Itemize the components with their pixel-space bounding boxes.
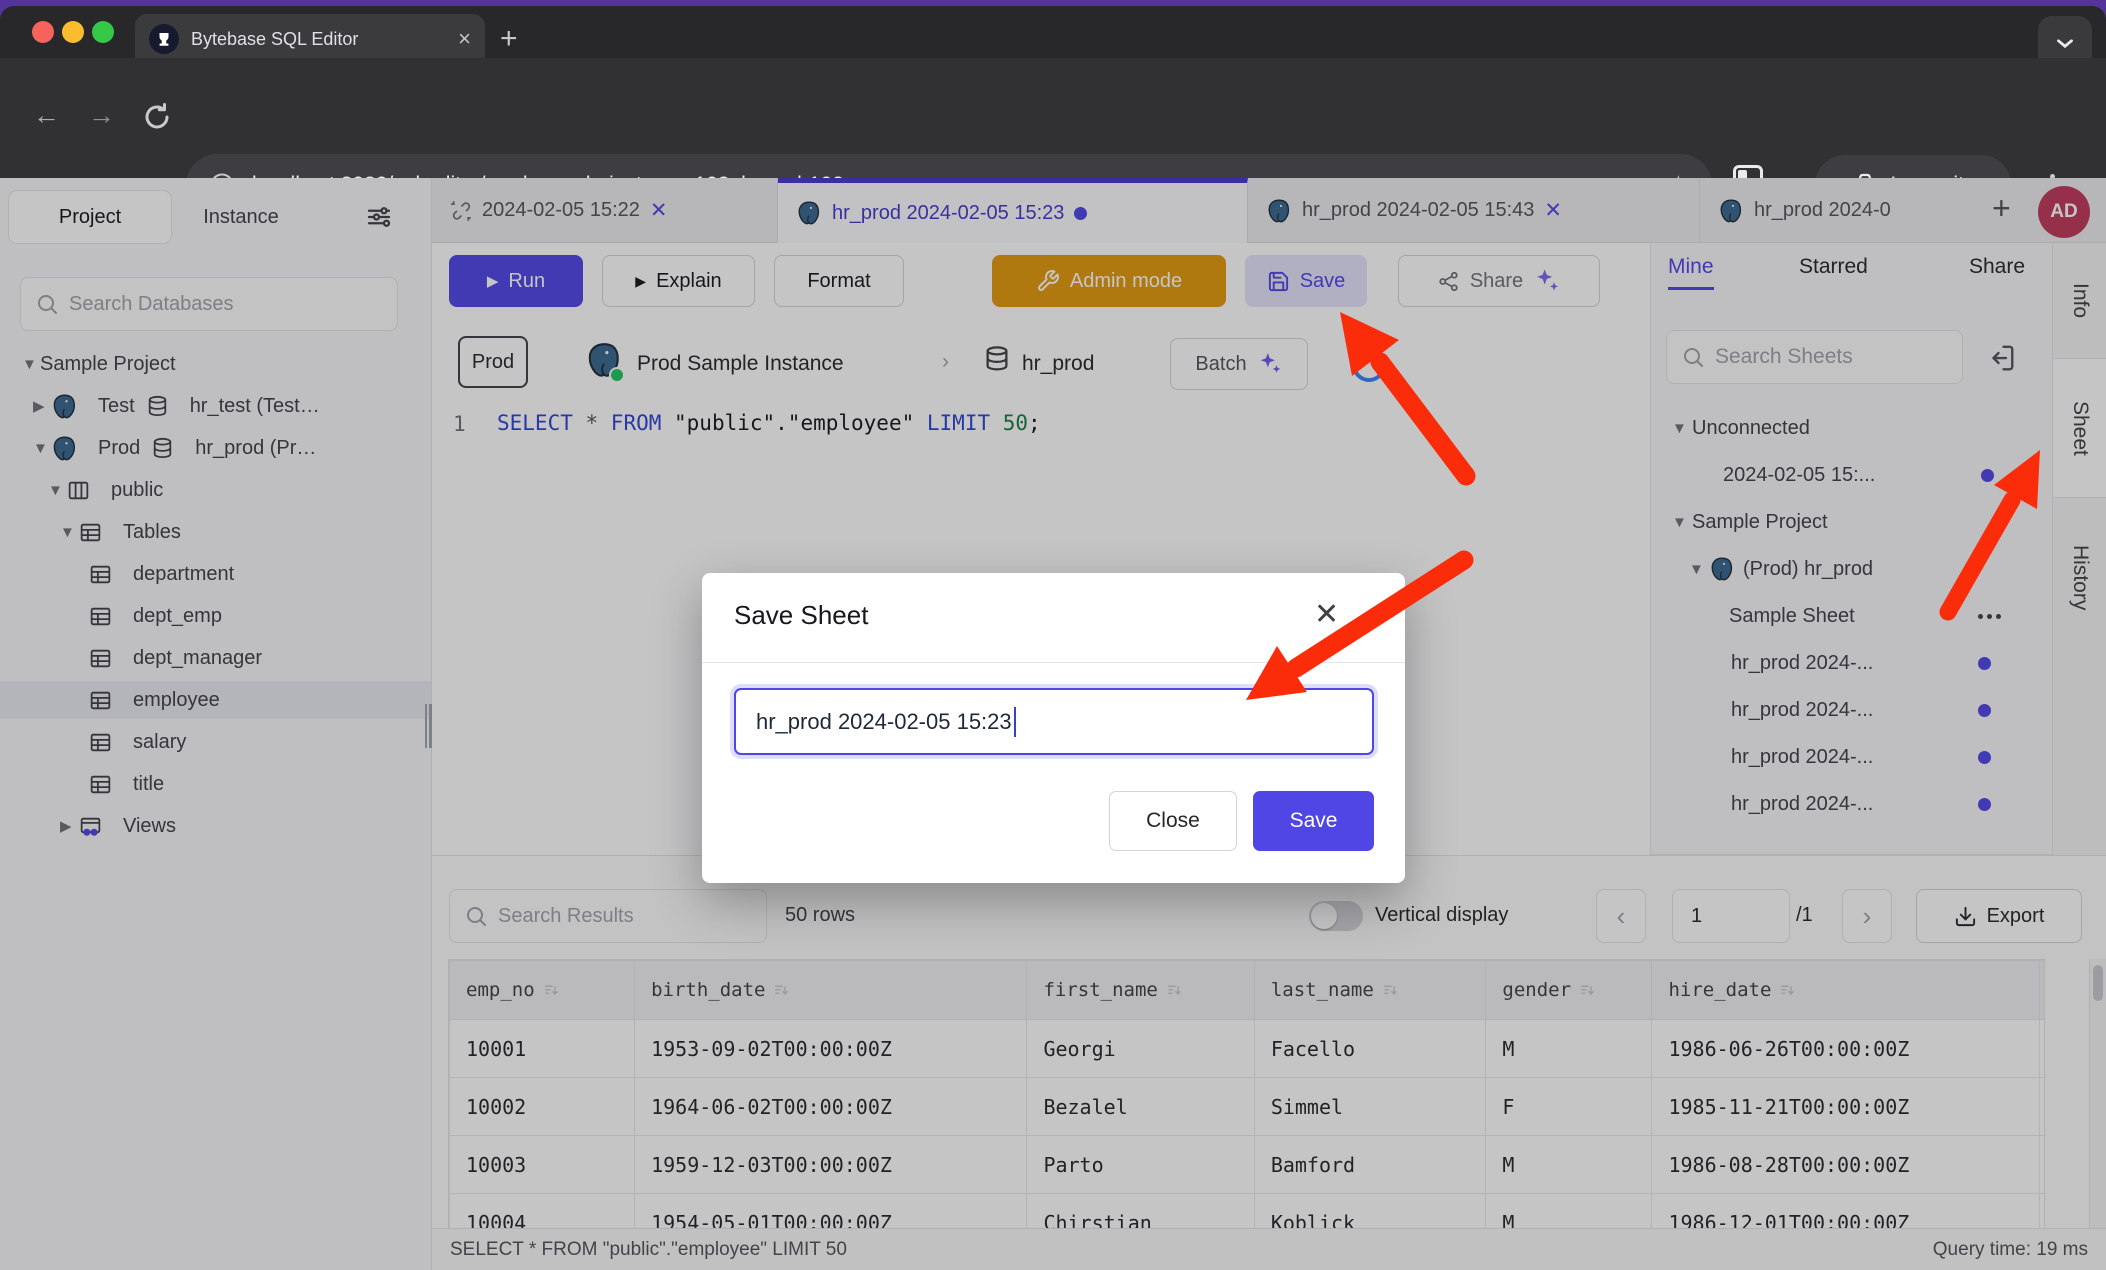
window-minimize-button[interactable] — [62, 21, 84, 43]
new-tab-button[interactable]: + — [500, 24, 518, 54]
dialog-close-icon[interactable]: ✕ — [1314, 597, 1339, 632]
browser-tab[interactable]: Bytebase SQL Editor × — [135, 14, 485, 64]
window-zoom-button[interactable] — [92, 21, 114, 43]
dialog-save-button[interactable]: Save — [1253, 791, 1374, 851]
browser-tab-close-icon[interactable]: × — [458, 26, 471, 52]
sheet-name-input[interactable]: hr_prod 2024-02-05 15:23 — [734, 688, 1374, 755]
back-icon[interactable]: ← — [33, 100, 60, 131]
browser-tab-title: Bytebase SQL Editor — [191, 29, 448, 50]
text-cursor — [1014, 707, 1016, 737]
dialog-close-button[interactable]: Close — [1109, 791, 1237, 851]
forward-icon[interactable]: → — [88, 100, 115, 131]
browser-tab-bar: Bytebase SQL Editor × + — [0, 6, 2106, 58]
screenshot-root: Bytebase SQL Editor × + ← → localhost:80… — [0, 0, 2106, 1270]
browser-url-bar: ← → localhost:8080/sql-editor/prod-sampl… — [0, 58, 2106, 178]
dialog-divider — [702, 662, 1405, 663]
save-sheet-dialog: Save Sheet ✕ hr_prod 2024-02-05 15:23 Cl… — [702, 573, 1405, 883]
bytebase-favicon-icon — [149, 24, 179, 54]
dialog-title: Save Sheet — [734, 600, 868, 631]
window-close-button[interactable] — [32, 21, 54, 43]
reload-icon[interactable] — [142, 102, 172, 132]
